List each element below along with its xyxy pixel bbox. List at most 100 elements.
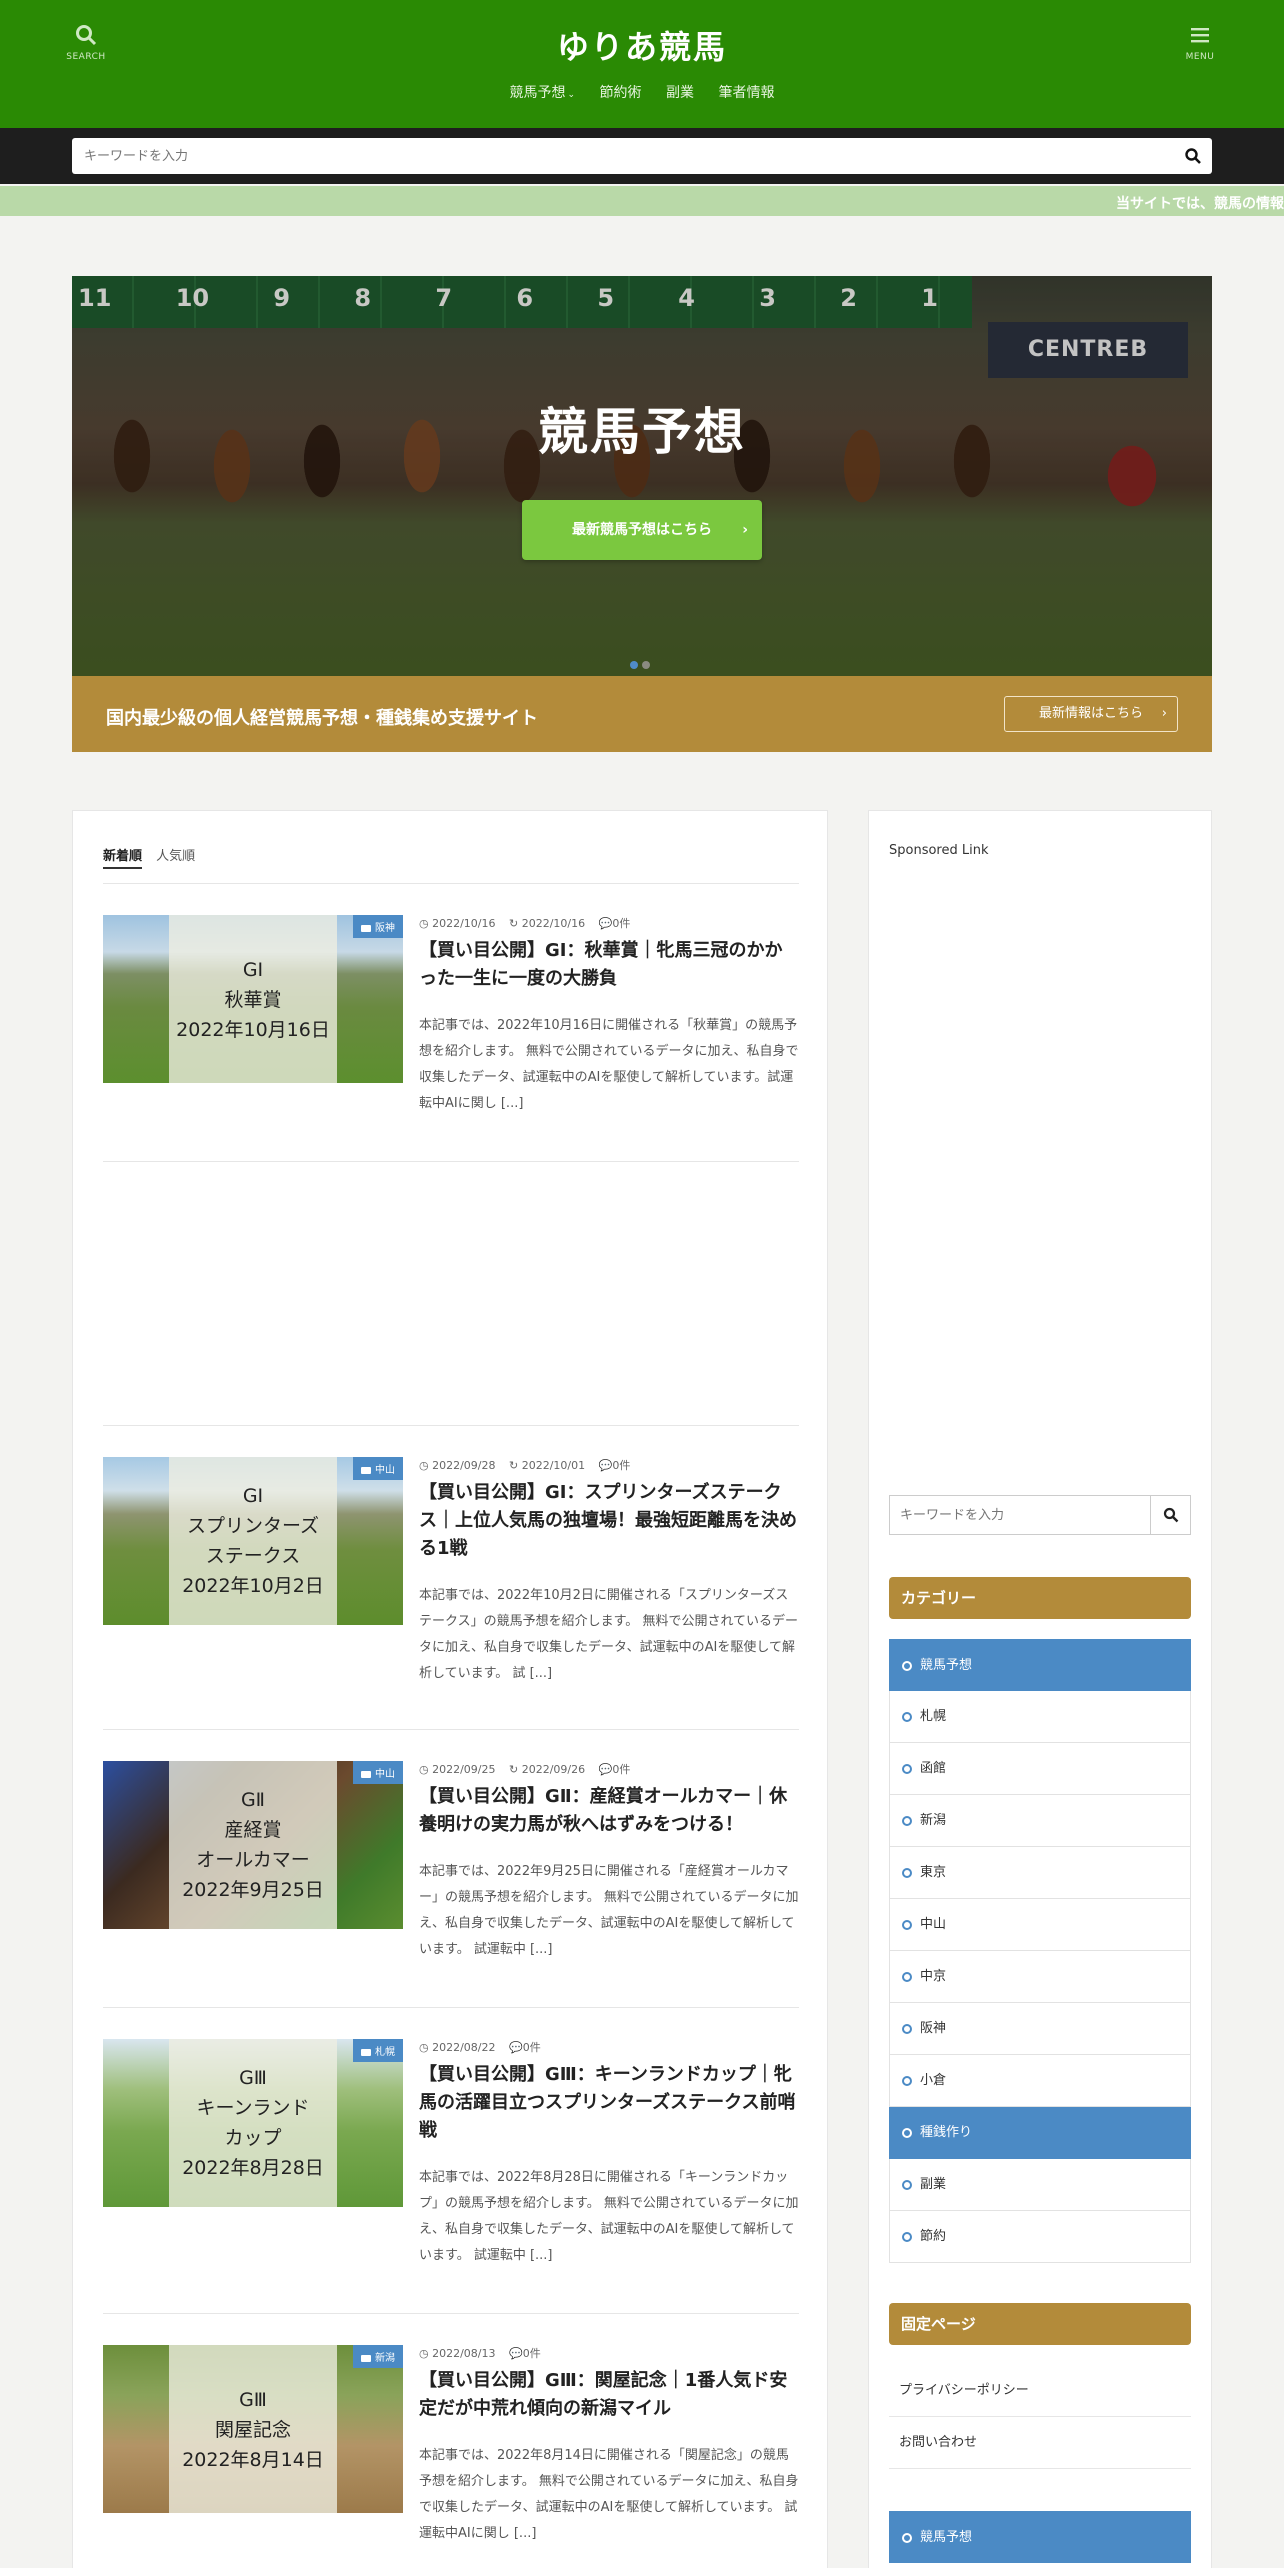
hamburger-icon	[1191, 28, 1209, 43]
tab-popular[interactable]: 人気順	[156, 849, 195, 864]
hero-band-text: 国内最少級の個人経営競馬予想・種銭集め支援サイト	[106, 708, 538, 729]
comment-count: 💬0件	[598, 917, 631, 930]
sponsored-link-label: Sponsored Link	[889, 843, 989, 858]
post-meta: ◷ 2022/09/28 ↻ 2022/10/01 💬0件	[419, 1457, 640, 1473]
publish-date: ◷ 2022/09/28	[419, 1459, 496, 1472]
category-label: 新潟	[375, 2353, 395, 2364]
post-excerpt: 本記事では、2022年8月14日に開催される「関屋記念」の競馬予想を紹介します。…	[419, 2448, 799, 2541]
category-item-keiba-yosou[interactable]: 競馬予想	[889, 2511, 1191, 2563]
fixed-pages-heading: 固定ページ	[889, 2303, 1191, 2345]
category-item-label: 函館	[920, 1761, 947, 1776]
category-item[interactable]: 節約	[889, 2211, 1191, 2263]
bullet-icon	[902, 1661, 912, 1671]
divider	[103, 1161, 799, 1162]
category-item[interactable]: 種銭作り	[889, 2107, 1191, 2159]
publish-date: ◷ 2022/09/25	[419, 1763, 496, 1776]
category-item[interactable]: 新潟	[889, 1795, 1191, 1847]
divider	[103, 1425, 799, 1426]
menu-label: MENU	[1185, 52, 1215, 62]
hero-cta-button[interactable]: 最新競馬予想はこちら ›	[522, 500, 762, 560]
sidebar-search-button[interactable]	[1150, 1496, 1190, 1534]
category-item[interactable]: 中山	[889, 1899, 1191, 1951]
category-label: 阪神	[375, 923, 395, 934]
thumbnail-date: 2022年10月2日	[182, 1575, 324, 1597]
search-input[interactable]	[72, 138, 1152, 174]
slider-dot-active[interactable]	[630, 661, 638, 669]
thumbnail-date: 2022年8月14日	[182, 2449, 324, 2471]
category-item[interactable]: 東京	[889, 1847, 1191, 1899]
nav-item-setsuyaku[interactable]: 節約術	[600, 85, 642, 101]
comment-count: 💬0件	[509, 2041, 541, 2054]
category-item[interactable]: 競馬予想	[889, 1639, 1191, 1691]
publish-date-value: 2022/08/13	[432, 2347, 496, 2360]
category-label: 札幌	[375, 2047, 395, 2058]
bullet-icon	[902, 1920, 912, 1930]
updated-date: ↻ 2022/10/16	[509, 917, 586, 930]
category-badge[interactable]: 新潟	[353, 2345, 403, 2368]
category-item[interactable]: 中京	[889, 1951, 1191, 2003]
category-item[interactable]: 小倉	[889, 2055, 1191, 2107]
header-menu-button[interactable]: MENU	[1170, 24, 1230, 62]
category-item-label: 中山	[920, 1917, 947, 1932]
sort-tabs: 新着順 人気順	[103, 845, 205, 869]
fixed-pages-list: プライバシーポリシー お問い合わせ	[889, 2365, 1191, 2469]
thumbnail-race: 関屋記念	[214, 2419, 291, 2441]
updated-date-value: 2022/10/16	[521, 917, 586, 930]
category-item-label: 小倉	[920, 2073, 947, 2088]
site-header: SEARCH ゆりあ競馬 競馬予想 ⌄ 節約術 副業 筆者情報 MENU	[0, 0, 1284, 128]
updated-date: ↻ 2022/09/26	[509, 1763, 586, 1776]
nav-item-fukugyo[interactable]: 副業	[666, 85, 694, 101]
category-item-label: 競馬予想	[920, 2530, 973, 2545]
latest-info-button[interactable]: 最新情報はこちら ›	[1004, 696, 1178, 732]
bullet-icon	[902, 1816, 912, 1826]
post-title[interactable]: 【買い目公開】GⅠ：秋華賞｜牝馬三冠のかかった一生に一度の大勝負	[419, 937, 799, 993]
folder-icon	[361, 924, 371, 932]
tab-newest[interactable]: 新着順	[103, 849, 143, 869]
category-badge[interactable]: 中山	[353, 1761, 403, 1784]
post-title[interactable]: 【買い目公開】GⅢ：関屋記念｜1番人気ド安定だが中荒れ傾向の新潟マイル	[419, 2367, 799, 2423]
category-item[interactable]: 函館	[889, 1743, 1191, 1795]
post-title[interactable]: 【買い目公開】GⅡ：産経賞オールカマー｜休養明けの実力馬が秋へはずみをつける！	[419, 1783, 799, 1839]
divider	[103, 2313, 799, 2314]
publish-date: ◷ 2022/08/13	[419, 2347, 496, 2360]
category-badge[interactable]: 札幌	[353, 2039, 403, 2062]
fixed-page-privacy[interactable]: プライバシーポリシー	[889, 2365, 1191, 2417]
category-item-label: 新潟	[920, 1813, 947, 1828]
category-item-label: 節約	[920, 2229, 947, 2244]
category-badge[interactable]: 中山	[353, 1457, 403, 1480]
post-thumbnail[interactable]: GⅠ スプリンターズ ステークス 2022年10月2日 中山	[103, 1457, 403, 1625]
sidebar-search-input[interactable]	[890, 1496, 1146, 1534]
nav-item-keiba-yosou[interactable]: 競馬予想 ⌄	[510, 85, 576, 101]
updated-date-value: 2022/09/26	[521, 1763, 586, 1776]
category-item[interactable]: 阪神	[889, 2003, 1191, 2055]
site-title[interactable]: ゆりあ競馬	[0, 22, 1284, 68]
post-thumbnail[interactable]: GⅢ 関屋記念 2022年8月14日 新潟	[103, 2345, 403, 2513]
nav-item-author[interactable]: 筆者情報	[718, 85, 774, 101]
folder-icon	[361, 2354, 371, 2362]
category-item[interactable]: 副業	[889, 2159, 1191, 2211]
bullet-icon	[902, 2024, 912, 2034]
comment-count-value: 0件	[522, 2041, 541, 2054]
ticker-text[interactable]: 当サイトでは、競馬の情報	[1116, 193, 1284, 213]
folder-icon	[361, 2048, 371, 2056]
comment-count: 💬0件	[598, 1459, 631, 1472]
bullet-icon	[902, 2232, 912, 2242]
post-thumbnail[interactable]: GⅡ 産経賞 オールカマー 2022年9月25日 中山	[103, 1761, 403, 1929]
fixed-page-contact[interactable]: お問い合わせ	[889, 2417, 1191, 2469]
chevron-right-icon: ›	[1161, 706, 1167, 721]
post-thumbnail[interactable]: GⅠ 秋華賞 2022年10月16日 阪神	[103, 915, 403, 1083]
thumbnail-grade: GⅠ	[242, 1485, 264, 1507]
category-badge[interactable]: 阪神	[353, 915, 403, 938]
post-thumbnail[interactable]: GⅢ キーンランド カップ 2022年8月28日 札幌	[103, 2039, 403, 2207]
comment-count-value: 0件	[612, 917, 631, 930]
post-meta: ◷ 2022/08/13 💬0件	[419, 2345, 551, 2361]
thumbnail-date: 2022年8月28日	[182, 2157, 324, 2179]
latest-info-label: 最新情報はこちら	[1038, 706, 1143, 721]
category-item[interactable]: 札幌	[889, 1691, 1191, 1743]
search-submit-icon[interactable]	[1184, 147, 1202, 165]
post-excerpt: 本記事では、2022年10月2日に開催される「スプリンターズステークス」の競馬予…	[419, 1588, 799, 1681]
hero-cta-label: 最新競馬予想はこちら	[572, 522, 712, 538]
post-title[interactable]: 【買い目公開】GⅠ：スプリンターズステークス｜上位人気馬の独壇場！最強短距離馬を…	[419, 1479, 799, 1563]
post-title[interactable]: 【買い目公開】GⅢ：キーンランドカップ｜牝馬の活躍目立つスプリンターズステークス…	[419, 2061, 799, 2145]
slider-dot[interactable]	[642, 661, 650, 669]
